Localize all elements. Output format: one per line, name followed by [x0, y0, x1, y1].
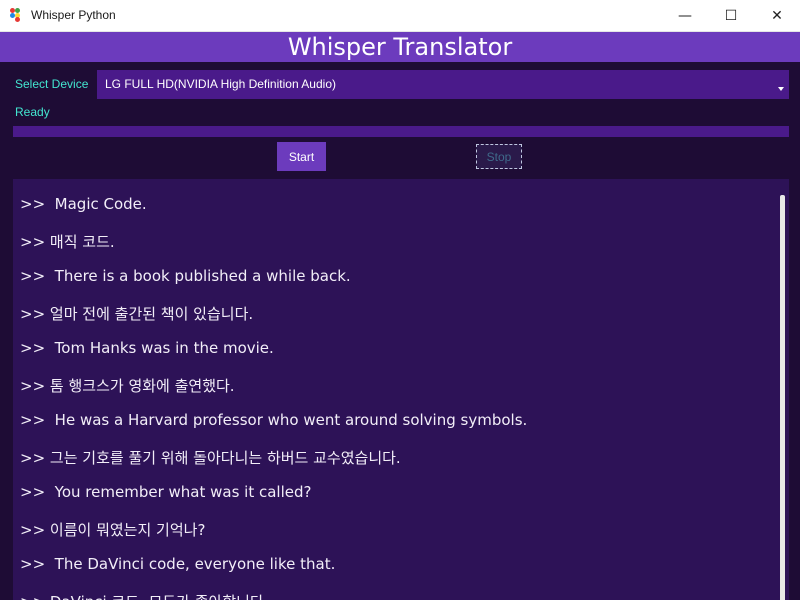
transcript-scrollbar[interactable] — [780, 195, 785, 600]
progress-bar — [13, 126, 789, 137]
close-button[interactable]: ✕ — [754, 0, 800, 31]
transcript-line: >> 이름이 뭐였는지 기억나? — [20, 521, 206, 539]
transcript-line: >> 그는 기호를 풀기 위해 돌아다니는 하버드 교수였습니다. — [20, 449, 401, 467]
window-title: Whisper Python — [31, 8, 116, 22]
transcript-line: >> He was a Harvard professor who went a… — [20, 411, 528, 429]
transcript-line: >> Magic Code. — [20, 195, 147, 213]
dropdown-arrow-icon — [778, 87, 784, 91]
device-select-value: LG FULL HD(NVIDIA High Definition Audio) — [105, 77, 336, 91]
app-icon — [10, 8, 24, 22]
app-title: Whisper Translator — [287, 33, 513, 61]
close-icon: ✕ — [771, 7, 783, 24]
device-label: Select Device — [15, 77, 89, 91]
stop-button[interactable]: Stop — [476, 144, 522, 169]
minimize-button[interactable]: — — [662, 0, 708, 31]
maximize-button[interactable]: ☐ — [708, 0, 754, 31]
transcript-line: >> 얼마 전에 출간된 책이 있습니다. — [20, 305, 254, 323]
transcript-line: >> 톰 행크스가 영화에 출연했다. — [20, 377, 235, 395]
transcript-line: >> DaVinci 코드, 모두가 좋아합니다. — [20, 591, 269, 600]
transcript-panel[interactable]: >> Magic Code. >> 매직 코드. >> There is a b… — [13, 179, 789, 600]
transcript-line: >> 매직 코드. — [20, 233, 115, 251]
transcript-line: >> You remember what was it called? — [20, 483, 312, 501]
transcript-line: >> The DaVinci code, everyone like that. — [20, 555, 336, 573]
device-select[interactable]: LG FULL HD(NVIDIA High Definition Audio) — [97, 70, 789, 99]
start-button[interactable]: Start — [277, 142, 326, 171]
maximize-icon: ☐ — [724, 7, 738, 24]
window-titlebar: Whisper Python — ☐ ✕ — [0, 0, 800, 32]
transcript-line: >> Tom Hanks was in the movie. — [20, 339, 274, 357]
status-text: Ready — [15, 105, 50, 119]
app-header: Whisper Translator — [0, 32, 800, 62]
transcript-line: >> There is a book published a while bac… — [20, 267, 351, 285]
minimize-icon: — — [678, 7, 692, 24]
